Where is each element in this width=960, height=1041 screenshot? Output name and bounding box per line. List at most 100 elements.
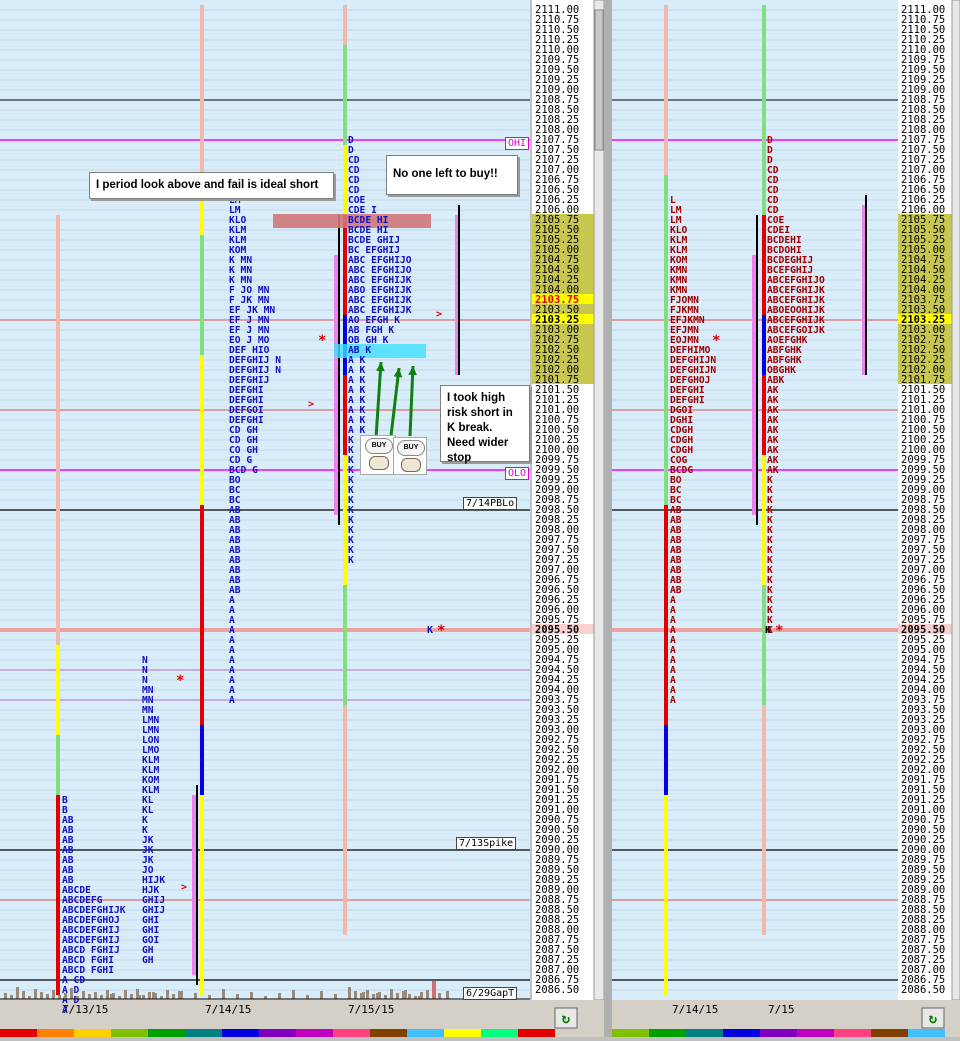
tpo-letters-713: GH — [142, 955, 154, 966]
poor-high-marker: * — [712, 333, 720, 349]
period-color-strip — [0, 1029, 37, 1037]
session-range-bar — [200, 235, 204, 365]
tpo-letters-right-714: A — [670, 695, 676, 706]
ref-label-713spike: 7/13Spike — [456, 837, 517, 850]
stop-bracket — [196, 785, 198, 985]
period-color-strip — [686, 1029, 723, 1037]
volume-bar — [70, 988, 73, 999]
ref-label-714pblo: 7/14PBLo — [463, 497, 518, 510]
stop-bracket — [756, 215, 758, 525]
period-color-strip — [908, 1029, 945, 1037]
volume-bar — [432, 981, 436, 999]
tpo-close-marker: * — [437, 623, 445, 639]
volume-bar — [390, 989, 393, 999]
volume-bar — [366, 990, 369, 999]
ib-range-bar — [343, 455, 347, 585]
volume-bar — [106, 990, 109, 999]
volume-bar — [378, 992, 381, 999]
stop-bracket — [865, 195, 867, 375]
period-color-strip — [444, 1029, 481, 1037]
stop-bracket — [338, 215, 340, 525]
volume-bar — [208, 995, 211, 999]
volume-bar — [426, 990, 429, 999]
volume-bar — [82, 991, 85, 999]
volume-bar — [384, 995, 387, 999]
volume-bar — [110, 994, 113, 999]
period-color-strip — [296, 1029, 333, 1037]
volume-bar — [372, 994, 375, 999]
volume-bar — [396, 993, 399, 999]
ref-label-629gapt: 6/29GapT — [463, 987, 518, 1000]
date-label-right-715: 7/15 — [768, 1003, 795, 1016]
volume-bar — [58, 995, 61, 999]
session-range-bar — [200, 5, 204, 185]
volume-bar — [180, 991, 183, 999]
volume-bar — [438, 993, 441, 999]
period-color-strip — [760, 1029, 797, 1037]
period-color-strip — [723, 1029, 760, 1037]
annotation-high-risk-short[interactable]: I took high risk short in K break. Need … — [440, 385, 530, 464]
ib-range-bar — [56, 795, 60, 995]
refresh-icon: ↻ — [929, 1011, 938, 1027]
price-tick-label: 2086.50 — [535, 984, 579, 996]
scrollbar-thumb — [594, 9, 604, 151]
session-range-bar — [343, 45, 347, 155]
session-range-bar — [56, 645, 60, 745]
ib-range-bar — [664, 725, 668, 805]
period-color-strip — [148, 1029, 185, 1037]
ib-range-bar — [762, 315, 766, 385]
ib-range-bar — [200, 505, 204, 735]
volume-bar — [292, 990, 295, 999]
ib-range-bar — [762, 215, 766, 325]
session-range-bar — [343, 705, 347, 935]
annotation-text: No one left to buy!! — [393, 168, 498, 180]
period-color-strip — [481, 1029, 518, 1037]
session-range-bar — [762, 705, 766, 935]
ref-label-ohi: OHI — [505, 137, 530, 150]
volume-bar — [10, 995, 13, 999]
volume-bar — [4, 993, 7, 999]
volume-bar — [148, 992, 151, 999]
session-range-bar — [664, 5, 668, 185]
volume-bar — [88, 994, 91, 999]
ib-range-bar — [200, 725, 204, 805]
volume-bar — [138, 995, 141, 999]
volume-bar — [320, 991, 323, 999]
pullback-marker: > — [308, 399, 314, 410]
period-color-strip — [834, 1029, 871, 1037]
period-color-strip — [797, 1029, 834, 1037]
period-color-strip — [649, 1029, 686, 1037]
period-color-strip — [37, 1029, 74, 1037]
pullback-marker: > — [436, 309, 442, 320]
annotation-no-one-left[interactable]: No one left to buy!! — [386, 155, 518, 195]
pullback-marker: > — [181, 882, 187, 893]
vertical-scrollbar — [951, 0, 960, 1001]
stop-bracket — [458, 205, 460, 375]
panel-divider — [604, 0, 612, 1037]
poor-high-marker: * — [318, 333, 326, 349]
price-tick-label: 2086.50 — [901, 984, 945, 996]
annotation-text: I took high risk short in K break. Need … — [447, 392, 513, 464]
volume-bar — [16, 987, 19, 999]
volume-bar — [334, 994, 337, 999]
ib-range-bar — [762, 375, 766, 465]
volume-bar — [64, 993, 67, 999]
stop-bracket — [334, 255, 338, 515]
volume-bar — [152, 992, 155, 999]
volume-bar — [306, 995, 309, 999]
period-color-strip — [518, 1029, 555, 1037]
volume-bar — [236, 994, 239, 999]
stop-bracket — [752, 255, 756, 515]
annotation-i-period[interactable]: I period look above and fail is ideal sh… — [89, 172, 334, 199]
tpo-letters-715: K — [348, 555, 354, 566]
market-profile-window: 2111.00 2110.75 2110.50 2110.25 2110.00 2109.… — [0, 0, 960, 1037]
tpo-close-marker: * — [775, 623, 783, 639]
session-range-bar — [200, 355, 204, 515]
volume-bar — [278, 993, 281, 999]
period-color-strip — [185, 1029, 222, 1037]
volume-bar — [130, 994, 133, 999]
ib-range-bar — [343, 215, 347, 325]
period-color-strip — [74, 1029, 111, 1037]
volume-bar — [34, 989, 37, 999]
date-label-715: 7/15/15 — [348, 1003, 395, 1016]
